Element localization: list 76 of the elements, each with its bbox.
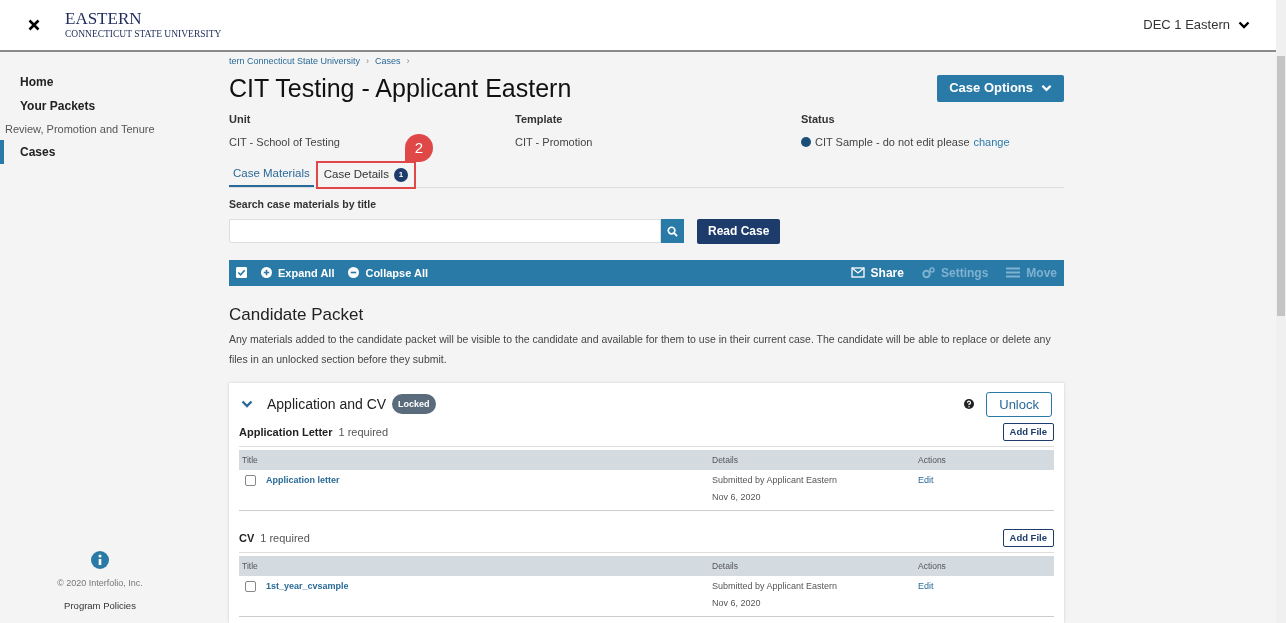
toolbar-button[interactable]: Share <box>850 263 904 282</box>
minus-circle-icon <box>348 267 360 279</box>
toolbar-button[interactable]: Expand All <box>261 264 335 281</box>
count-badge: 1 <box>393 168 408 182</box>
breadcrumb-separator: › <box>406 55 410 69</box>
submitted-date: Nov 6, 2020 <box>712 596 762 610</box>
section-heading: Candidate Packet <box>229 303 365 326</box>
row-checkbox[interactable] <box>245 581 256 593</box>
toolbar-button[interactable]: Collapse All <box>348 264 428 281</box>
search-icon <box>667 225 678 237</box>
unlock-button[interactable]: Unlock <box>986 391 1052 417</box>
column-header: Details <box>712 453 739 467</box>
sidebar-item[interactable]: Home <box>4 70 54 94</box>
program-policies-link[interactable]: Program Policies <box>64 598 136 613</box>
add-file-button[interactable]: Add File <box>1002 529 1054 548</box>
column-header: Title <box>242 559 259 573</box>
column-header: Title <box>242 453 259 467</box>
page-title: CIT Testing - Applicant Eastern <box>229 73 572 103</box>
sidebar-heading: Review, Promotion and Tenure <box>4 121 156 137</box>
locked-badge: Locked <box>392 394 436 415</box>
edit-link[interactable]: Edit <box>918 475 934 486</box>
search-button[interactable] <box>661 219 684 244</box>
required-count: 1 required <box>260 531 310 546</box>
user-menu[interactable]: DEC 1 Eastern <box>1143 15 1250 35</box>
logo-subtitle: CONNECTICUT STATE UNIVERSITY <box>65 30 222 40</box>
packet-description: Any materials added to the candidate packet will be visible to the candidate and available for them to use in their current case. The candidate will be able to replace or delete any files in an unlocked section before they submit. <box>229 332 1052 368</box>
required-count: 1 required <box>338 425 389 440</box>
column-header: Actions <box>918 559 947 573</box>
sidebar-item[interactable]: Your Packets <box>4 94 96 118</box>
field-value: CIT - School of Testing <box>229 134 340 150</box>
submitted-by-text: Submitted by Applicant Eastern <box>712 474 839 488</box>
gears-icon <box>921 266 935 279</box>
tab[interactable]: Case Details 1 <box>317 163 414 187</box>
file-link[interactable]: Application letter <box>266 474 340 488</box>
row-checkbox[interactable] <box>245 475 256 487</box>
section-title: Application and CV <box>267 394 387 414</box>
submitted-by-text: Submitted by Applicant Eastern <box>712 580 839 594</box>
sidebar-item[interactable]: Cases <box>4 140 56 164</box>
chevron-down-icon <box>1238 21 1250 29</box>
field-value: CIT - Promotion <box>515 134 593 150</box>
read-case-button[interactable]: Read Case <box>697 218 781 244</box>
breadcrumb-separator: › <box>366 55 370 69</box>
edit-link[interactable]: Edit <box>918 581 934 592</box>
group-title: CV <box>239 531 255 546</box>
copyright-text: © 2020 Interfolio, Inc. <box>57 577 143 591</box>
case-options-button[interactable]: Case Options <box>937 74 1064 102</box>
file-link[interactable]: 1st_year_cvsample <box>266 580 349 594</box>
plus-circle-icon <box>261 267 272 279</box>
envelope-icon <box>850 267 865 279</box>
breadcrumb-link[interactable]: Cases <box>375 55 401 69</box>
logo-title: EASTERN <box>65 10 143 28</box>
collapse-toggle[interactable] <box>241 400 253 409</box>
field-label: Unit <box>229 112 252 127</box>
column-header: Actions <box>918 453 947 467</box>
search-field[interactable] <box>229 219 661 244</box>
group-title: Application Letter <box>239 425 333 440</box>
change-link[interactable]: change <box>973 133 1010 150</box>
breadcrumb-link[interactable]: tern Connecticut State University <box>229 55 361 69</box>
tab[interactable]: Case Materials <box>229 163 314 187</box>
list-icon <box>1006 267 1021 279</box>
field-value: CIT Sample - do not edit please <box>815 134 970 150</box>
callout-marker: 2 <box>405 134 433 162</box>
help-icon[interactable] <box>964 399 975 410</box>
close-icon[interactable] <box>28 19 40 31</box>
chevron-down-icon <box>241 400 253 409</box>
selection-bar <box>0 140 4 164</box>
search-label: Search case materials by title <box>229 197 378 212</box>
chevron-down-icon <box>1041 84 1052 92</box>
add-file-button[interactable]: Add File <box>1002 423 1054 442</box>
info-icon[interactable] <box>91 551 109 570</box>
field-label: Status <box>801 112 836 127</box>
submitted-date: Nov 6, 2020 <box>712 490 762 504</box>
field-label: Template <box>515 112 564 127</box>
column-header: Details <box>712 559 739 573</box>
checkbox-icon[interactable] <box>236 267 247 279</box>
scrollbar[interactable] <box>1276 0 1286 623</box>
